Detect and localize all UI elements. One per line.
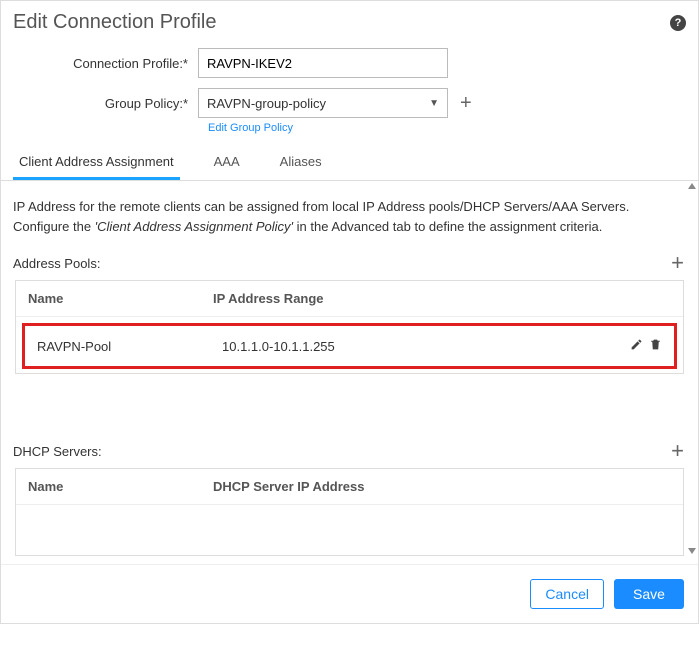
group-policy-row: Group Policy:* RAVPN-group-policy ▼ +: [13, 88, 686, 118]
address-pools-columns: Name IP Address Range: [16, 281, 683, 317]
dialog-title: Edit Connection Profile: [13, 11, 216, 34]
connection-profile-input[interactable]: [198, 48, 448, 78]
dhcp-columns: Name DHCP Server IP Address: [16, 469, 683, 505]
address-pool-row-highlighted: RAVPN-Pool 10.1.1.0-10.1.1.255: [22, 323, 677, 369]
pool-name: RAVPN-Pool: [25, 329, 210, 364]
col-range: IP Address Range: [201, 281, 603, 316]
add-dhcp-server-icon[interactable]: +: [671, 440, 684, 462]
address-pools-header: Address Pools: +: [1, 246, 698, 280]
address-pools-label: Address Pools:: [13, 256, 100, 271]
tab-bar: Client Address Assignment AAA Aliases: [1, 144, 698, 181]
edit-group-policy-link[interactable]: Edit Group Policy: [208, 122, 686, 134]
group-policy-select[interactable]: RAVPN-group-policy ▼: [198, 88, 448, 118]
address-pools-table: Name IP Address Range RAVPN-Pool 10.1.1.…: [15, 280, 684, 374]
group-policy-value: RAVPN-group-policy: [207, 96, 326, 111]
description-text: IP Address for the remote clients can be…: [1, 189, 698, 246]
add-address-pool-icon[interactable]: +: [671, 252, 684, 274]
add-group-policy-icon[interactable]: +: [460, 93, 472, 113]
dhcp-servers-table: Name DHCP Server IP Address: [15, 468, 684, 556]
connection-profile-label: Connection Profile:*: [13, 56, 198, 71]
dhcp-servers-label: DHCP Servers:: [13, 444, 102, 459]
dhcp-rows-empty: [16, 505, 683, 555]
col-name: Name: [16, 281, 201, 316]
delete-icon[interactable]: [649, 338, 662, 354]
table-row[interactable]: RAVPN-Pool 10.1.1.0-10.1.1.255: [25, 328, 674, 364]
save-button[interactable]: Save: [614, 579, 684, 609]
dialog-header: Edit Connection Profile ?: [1, 1, 698, 42]
form-area: Connection Profile:* Group Policy:* RAVP…: [1, 42, 698, 134]
dialog-footer: Cancel Save: [1, 564, 698, 623]
tab-client-address-assignment[interactable]: Client Address Assignment: [13, 144, 180, 180]
pool-range: 10.1.1.0-10.1.1.255: [210, 329, 594, 364]
tab-aaa[interactable]: AAA: [208, 144, 246, 180]
help-icon[interactable]: ?: [670, 15, 686, 31]
edit-connection-profile-dialog: Edit Connection Profile ? Connection Pro…: [0, 0, 699, 624]
cancel-button[interactable]: Cancel: [530, 579, 604, 609]
col-name: Name: [16, 469, 201, 504]
dhcp-servers-header: DHCP Servers: +: [1, 434, 698, 468]
chevron-down-icon: ▼: [429, 98, 439, 109]
connection-profile-row: Connection Profile:*: [13, 48, 686, 78]
tab-content: IP Address for the remote clients can be…: [1, 181, 698, 556]
edit-icon[interactable]: [630, 338, 643, 354]
col-ip: DHCP Server IP Address: [201, 469, 603, 504]
group-policy-label: Group Policy:*: [13, 96, 198, 111]
tab-aliases[interactable]: Aliases: [274, 144, 328, 180]
